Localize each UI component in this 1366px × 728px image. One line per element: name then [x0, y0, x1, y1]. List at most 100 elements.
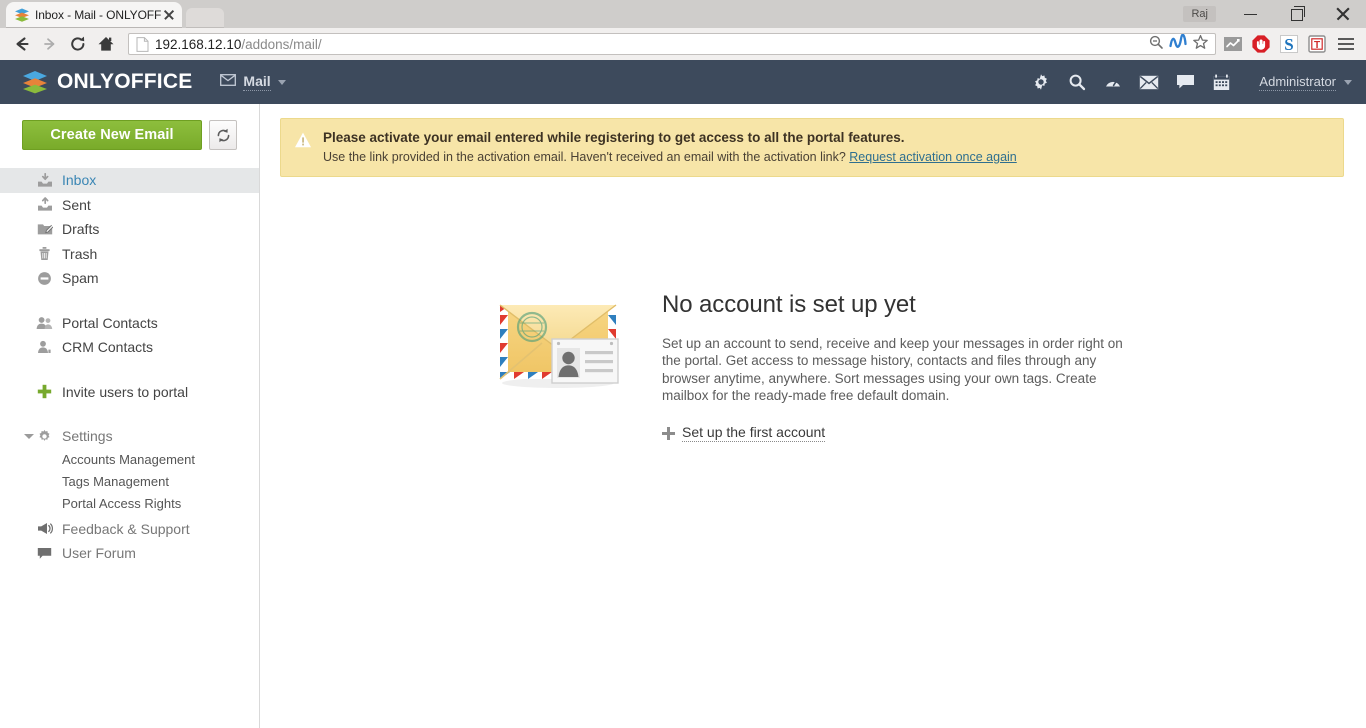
trash-bin-icon — [36, 246, 53, 262]
empty-state-body: No account is set up yet Set up an accou… — [662, 291, 1132, 445]
app-logo[interactable]: ONLYOFFICE — [22, 70, 192, 94]
sidebar-actions: Create New Email — [0, 120, 259, 150]
restore-icon[interactable] — [1274, 0, 1320, 28]
sidebar-item-label: Drafts — [62, 221, 100, 238]
svg-text:T: T — [1314, 40, 1320, 51]
address-bar-icons — [1148, 33, 1211, 55]
new-tab-button[interactable] — [186, 8, 224, 28]
app-logo-text: ONLYOFFICE — [57, 70, 193, 93]
sidebar-item-user-forum[interactable]: User Forum — [0, 541, 259, 566]
tab-title: Inbox - Mail - ONLYOFFIC — [35, 8, 162, 22]
module-name: Mail — [243, 73, 271, 91]
sidebar-item-spam[interactable]: Spam — [0, 266, 259, 291]
activation-banner-message: Use the link provided in the activation … — [323, 150, 850, 164]
sidebar-item-portal-contacts[interactable]: Portal Contacts — [0, 311, 259, 336]
envelope-icon — [220, 73, 237, 91]
sidebar-item-invite-users[interactable]: Invite users to portal — [0, 380, 259, 405]
module-switcher[interactable]: Mail — [220, 73, 286, 91]
mail-icon[interactable] — [1131, 66, 1167, 98]
sidebar-item-label: Spam — [62, 270, 99, 287]
sidebar-divider — [0, 291, 259, 311]
setup-first-account-link[interactable]: Set up the first account — [662, 424, 826, 443]
megaphone-icon — [36, 521, 53, 537]
sidebar-subitem-tags-management[interactable]: Tags Management — [0, 471, 259, 493]
plus-green-icon — [36, 384, 53, 400]
warning-triangle-icon — [294, 131, 312, 149]
window-controls: Raj — [1183, 0, 1366, 28]
browser-tab[interactable]: Inbox - Mail - ONLYOFFIC — [6, 2, 182, 28]
reload-icon[interactable] — [64, 30, 92, 58]
sidebar-item-settings[interactable]: Settings — [0, 424, 259, 449]
zoom-out-icon[interactable] — [1148, 34, 1164, 55]
crm-contact-icon — [36, 339, 53, 355]
sidebar: Create New Email Inbox Sent Drafts Trash… — [0, 104, 260, 728]
tab-close-icon[interactable] — [162, 8, 176, 22]
main-content: Please activate your email entered while… — [260, 104, 1366, 728]
bookmark-star-icon[interactable] — [1192, 34, 1209, 55]
sent-tray-icon — [36, 197, 53, 213]
minimize-icon[interactable] — [1228, 0, 1274, 28]
sidebar-item-feedback-support[interactable]: Feedback & Support — [0, 517, 259, 542]
address-bar[interactable]: 192.168.12.10/addons/mail/ — [128, 33, 1216, 55]
window-close-icon[interactable] — [1320, 0, 1366, 28]
sidebar-subitem-portal-access-rights[interactable]: Portal Access Rights — [0, 493, 259, 515]
onlyoffice-layers-icon — [22, 70, 48, 94]
sidebar-item-inbox[interactable]: Inbox — [0, 168, 259, 193]
activation-banner-body: Please activate your email entered while… — [323, 130, 1017, 164]
gear-icon[interactable] — [1023, 66, 1059, 98]
refresh-button[interactable] — [209, 120, 237, 150]
nav-squiggle-icon[interactable] — [1169, 33, 1187, 55]
home-icon[interactable] — [92, 30, 120, 58]
speech-bubble-icon — [36, 545, 53, 561]
hamburger-menu-icon[interactable] — [1334, 32, 1358, 56]
user-menu[interactable]: Administrator — [1259, 74, 1352, 91]
browser-chrome: Inbox - Mail - ONLYOFFIC Raj 192.168.12.… — [0, 0, 1366, 60]
window-user-badge[interactable]: Raj — [1183, 6, 1216, 22]
app-header: ONLYOFFICE Mail Administrator — [0, 60, 1366, 104]
sidebar-divider — [0, 360, 259, 380]
create-new-email-button[interactable]: Create New Email — [22, 120, 202, 150]
skype-s-icon[interactable]: S — [1278, 33, 1300, 55]
sidebar-item-label: CRM Contacts — [62, 339, 154, 356]
calendar-icon[interactable] — [1203, 66, 1239, 98]
drafts-folder-icon — [36, 221, 53, 237]
sidebar-item-drafts[interactable]: Drafts — [0, 217, 259, 242]
sidebar-item-crm-contacts[interactable]: CRM Contacts — [0, 335, 259, 360]
chevron-down-icon — [277, 79, 286, 85]
translate-t-icon[interactable]: T — [1306, 33, 1328, 55]
sidebar-item-sent[interactable]: Sent — [0, 193, 259, 218]
envelope-contact-card-illustration — [496, 291, 628, 391]
forward-arrow-icon[interactable] — [36, 30, 64, 58]
adblock-stop-icon[interactable] — [1250, 33, 1272, 55]
feed-gauge-icon[interactable] — [1095, 66, 1131, 98]
user-menu-label: Administrator — [1259, 73, 1336, 91]
sidebar-subitem-accounts-management[interactable]: Accounts Management — [0, 449, 259, 471]
triangle-down-icon[interactable] — [24, 434, 34, 439]
sidebar-item-label: Invite users to portal — [62, 383, 189, 400]
empty-state-title: No account is set up yet — [662, 291, 916, 318]
sidebar-item-label: Trash — [62, 245, 98, 262]
document-icon — [136, 36, 149, 52]
url-host: 192.168.12.10 — [155, 36, 242, 52]
back-arrow-icon[interactable] — [8, 30, 36, 58]
spam-minus-icon — [36, 270, 53, 286]
sidebar-item-label: User Forum — [62, 545, 136, 562]
sidebar-item-label: Feedback & Support — [62, 520, 190, 537]
sidebar-item-label: Portal Contacts — [62, 314, 158, 331]
people-icon — [36, 315, 53, 331]
sidebar-item-trash[interactable]: Trash — [0, 242, 259, 267]
sidebar-item-label: Inbox — [62, 172, 97, 189]
page-body: Create New Email Inbox Sent Drafts Trash… — [0, 104, 1366, 728]
chart-extension-icon[interactable] — [1222, 33, 1244, 55]
search-icon[interactable] — [1059, 66, 1095, 98]
inbox-tray-icon — [36, 172, 53, 188]
activation-banner-text: Use the link provided in the activation … — [323, 150, 1017, 164]
chat-icon[interactable] — [1167, 66, 1203, 98]
sidebar-divider — [0, 404, 259, 424]
activation-banner: Please activate your email entered while… — [280, 118, 1344, 177]
tab-strip: Inbox - Mail - ONLYOFFIC Raj — [0, 0, 1366, 28]
sidebar-item-label: Settings — [62, 428, 113, 445]
svg-text:S: S — [1284, 35, 1293, 54]
empty-state-description: Set up an account to send, receive and k… — [662, 336, 1123, 403]
request-activation-link[interactable]: Request activation once again — [849, 150, 1016, 164]
